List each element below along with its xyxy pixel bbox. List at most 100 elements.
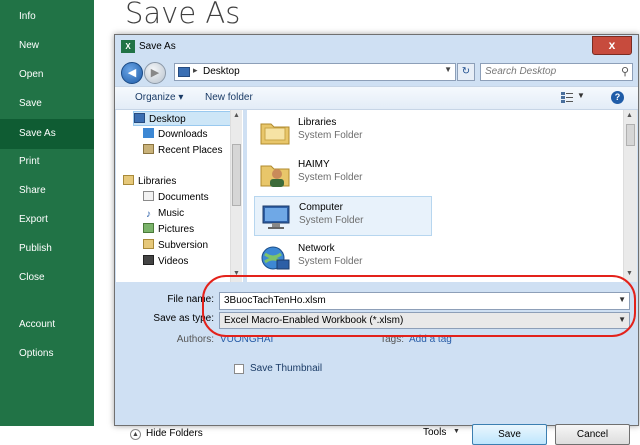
nav-pane-libraries[interactable]: Libraries bbox=[123, 174, 176, 189]
nav-new[interactable]: New bbox=[0, 32, 94, 60]
dialog-bottom-panel: File name: 3BuocTachTenHo.xlsm ▼ Save as… bbox=[116, 282, 637, 445]
file-name: HAIMY bbox=[298, 159, 330, 170]
file-list-scrollbar[interactable]: ▲ ▼ bbox=[623, 110, 637, 282]
nav-pane-pictures[interactable]: Pictures bbox=[143, 222, 194, 237]
help-icon[interactable]: ? bbox=[611, 91, 624, 104]
file-name-value[interactable]: 3BuocTachTenHo.xlsm bbox=[224, 295, 326, 306]
chevron-down-icon[interactable]: ▼ bbox=[618, 295, 626, 304]
desktop-icon bbox=[178, 67, 190, 77]
nav-open[interactable]: Open bbox=[0, 61, 94, 89]
dialog-toolbar: Organize ▾ New folder ▼ ? bbox=[115, 86, 638, 110]
file-name-label: File name: bbox=[167, 294, 214, 305]
pictures-icon bbox=[143, 223, 154, 233]
file-list-scroll-thumb[interactable] bbox=[626, 124, 635, 146]
nav-pane-desktop[interactable]: Desktop bbox=[133, 111, 233, 126]
file-item-network[interactable]: Network System Folder bbox=[254, 238, 432, 278]
dialog-titlebar: X Save As x bbox=[115, 35, 638, 59]
libraries-folder-icon bbox=[260, 123, 290, 145]
tools-button[interactable]: Tools bbox=[423, 427, 446, 438]
address-bar: ◀ ▶ ▸ Desktop ▼ ↻ Search Desktop ⚲ bbox=[115, 59, 638, 85]
nav-save[interactable]: Save bbox=[0, 90, 94, 118]
file-item-haimy[interactable]: HAIMY System Folder bbox=[254, 154, 432, 194]
nav-pane-label: Subversion bbox=[158, 240, 209, 251]
nav-pane-subversion[interactable]: Subversion bbox=[143, 238, 208, 253]
nav-account[interactable]: Account bbox=[0, 311, 94, 339]
tools-dropdown-icon[interactable]: ▼ bbox=[453, 428, 460, 435]
desktop-icon bbox=[134, 113, 145, 123]
search-input[interactable]: Search Desktop ⚲ bbox=[480, 63, 633, 81]
nav-publish[interactable]: Publish bbox=[0, 235, 94, 263]
page-title: Save As bbox=[125, 0, 241, 30]
authors-label: Authors: bbox=[176, 334, 214, 345]
forward-button[interactable]: ▶ bbox=[144, 62, 166, 84]
address-field[interactable]: ▸ Desktop ▼ bbox=[174, 63, 456, 81]
network-icon bbox=[261, 246, 290, 270]
nav-pane-label: Music bbox=[158, 208, 185, 219]
chevron-right-icon[interactable]: ▸ bbox=[193, 65, 198, 76]
computer-icon bbox=[262, 205, 290, 229]
libraries-icon bbox=[123, 175, 134, 185]
save-thumbnail-label[interactable]: Save Thumbnail bbox=[250, 363, 322, 374]
save-as-type-select[interactable]: Excel Macro-Enabled Workbook (*.xlsm) ▼ bbox=[219, 312, 630, 329]
file-name: Network bbox=[298, 243, 335, 254]
tags-value[interactable]: Add a tag bbox=[409, 334, 452, 345]
nav-pane-documents[interactable]: Documents bbox=[143, 190, 209, 205]
nav-pane-recent-places[interactable]: Recent Places bbox=[143, 143, 222, 158]
close-button[interactable]: x bbox=[592, 36, 632, 55]
file-type: System Folder bbox=[298, 256, 363, 267]
address-location[interactable]: Desktop bbox=[203, 66, 240, 77]
nav-pane-label: Recent Places bbox=[158, 145, 223, 156]
nav-info[interactable]: Info bbox=[0, 3, 94, 31]
nav-close[interactable]: Close bbox=[0, 264, 94, 292]
nav-pane-label: Documents bbox=[158, 192, 209, 203]
chevron-down-icon[interactable]: ▼ bbox=[444, 65, 452, 74]
scroll-down-icon[interactable]: ▼ bbox=[626, 270, 633, 277]
nav-options[interactable]: Options bbox=[0, 340, 94, 368]
scroll-up-icon[interactable]: ▲ bbox=[626, 112, 633, 119]
scroll-up-icon[interactable]: ▲ bbox=[233, 112, 240, 119]
file-name: Computer bbox=[299, 202, 343, 213]
view-options-icon[interactable] bbox=[561, 92, 573, 103]
chevron-down-icon[interactable]: ▼ bbox=[618, 315, 626, 324]
authors-value[interactable]: VUONGHAI bbox=[220, 334, 273, 345]
file-name-field[interactable]: 3BuocTachTenHo.xlsm ▼ bbox=[219, 292, 630, 310]
save-thumbnail-checkbox[interactable] bbox=[234, 364, 244, 374]
nav-pane-scroll-thumb[interactable] bbox=[232, 144, 241, 206]
save-as-type-label: Save as type: bbox=[153, 313, 214, 324]
back-button[interactable]: ◀ bbox=[121, 62, 143, 84]
file-item-computer[interactable]: Computer System Folder bbox=[254, 196, 432, 236]
nav-print[interactable]: Print bbox=[0, 148, 94, 176]
excel-icon: X bbox=[121, 40, 135, 53]
new-folder-button[interactable]: New folder bbox=[205, 92, 253, 103]
nav-pane-label: Libraries bbox=[138, 176, 177, 187]
navigation-pane: Desktop Downloads Recent Places Librarie… bbox=[116, 110, 243, 282]
tags-label: Tags: bbox=[380, 334, 404, 345]
nav-pane-videos[interactable]: Videos bbox=[143, 254, 188, 269]
view-dropdown-icon[interactable]: ▼ bbox=[577, 91, 585, 100]
file-item-libraries[interactable]: Libraries System Folder bbox=[254, 112, 432, 152]
nav-pane-scrollbar[interactable]: ▲ ▼ bbox=[230, 110, 242, 282]
nav-pane-music[interactable]: ♪ Music bbox=[143, 206, 184, 221]
dialog-title: Save As bbox=[139, 41, 176, 52]
nav-pane-label: Videos bbox=[158, 256, 189, 267]
subversion-icon bbox=[143, 239, 154, 249]
nav-save-as[interactable]: Save As bbox=[0, 119, 94, 149]
chevron-up-icon[interactable]: ▲ bbox=[130, 429, 141, 440]
nav-export[interactable]: Export bbox=[0, 206, 94, 234]
search-icon: ⚲ bbox=[620, 66, 629, 78]
file-type: System Folder bbox=[298, 130, 363, 141]
scroll-down-icon[interactable]: ▼ bbox=[233, 270, 240, 277]
downloads-icon bbox=[143, 128, 154, 138]
file-name: Libraries bbox=[298, 117, 337, 128]
save-button[interactable]: Save bbox=[472, 424, 547, 445]
hide-folders-button[interactable]: Hide Folders bbox=[146, 428, 203, 439]
file-type: System Folder bbox=[299, 215, 364, 226]
cancel-button[interactable]: Cancel bbox=[555, 424, 630, 445]
save-as-type-value[interactable]: Excel Macro-Enabled Workbook (*.xlsm) bbox=[224, 315, 403, 326]
nav-pane-downloads[interactable]: Downloads bbox=[143, 127, 207, 142]
organize-button[interactable]: Organize ▾ bbox=[135, 92, 183, 103]
nav-pane-label: Pictures bbox=[158, 224, 195, 235]
search-placeholder: Search Desktop bbox=[485, 66, 557, 77]
refresh-button[interactable]: ↻ bbox=[457, 63, 475, 81]
nav-share[interactable]: Share bbox=[0, 177, 94, 205]
